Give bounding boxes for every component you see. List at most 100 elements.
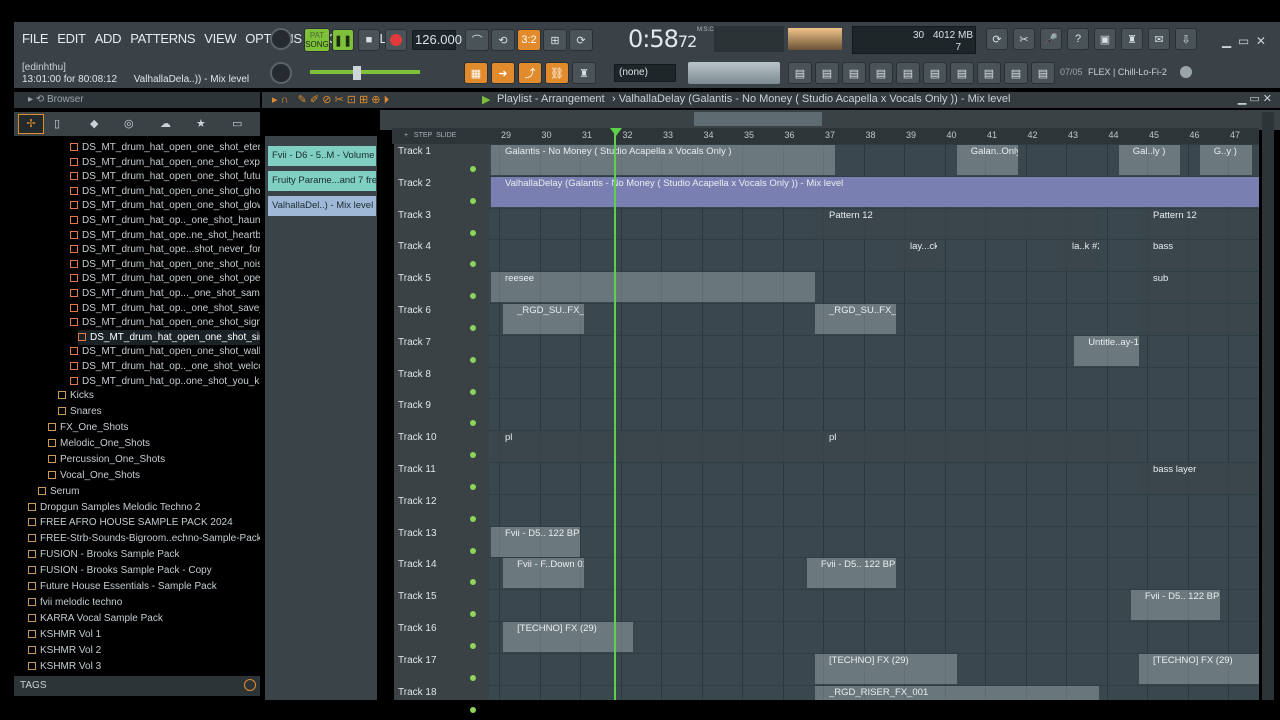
browser-folder-item[interactable]: KSHMR Vol 3	[28, 659, 101, 674]
menu-edit[interactable]: EDIT	[57, 31, 86, 46]
track-mute-dot[interactable]	[470, 166, 476, 172]
menu-view[interactable]: VIEW	[204, 31, 236, 46]
playlist-clip[interactable]: _RGD_RISER_FX_001	[815, 685, 1099, 700]
help-icon[interactable]: ?	[1067, 28, 1089, 50]
save-icon[interactable]: ▣	[1094, 28, 1116, 50]
track-header[interactable]: Track 18	[398, 687, 488, 719]
playlist-clip[interactable]: Galan..Only )	[956, 145, 1018, 175]
playlist-clip[interactable]: Pattern 12	[1139, 208, 1259, 239]
track-header[interactable]: Track 16	[398, 623, 488, 655]
timeline-ruler[interactable]: 29 30 31 32 33 34 35 36 37 38 39 40 41 42 43 44 45 46 47	[489, 128, 1259, 144]
tools-icon[interactable]: ✂	[1013, 28, 1035, 50]
browser-file-item[interactable]: DS_MT_drum_hat_op.._one_shot_welcome wav	[70, 359, 260, 374]
folder-icon[interactable]: ▭	[232, 117, 242, 130]
playlist-clip[interactable]: Galantis - No Money ( Studio Acapella x …	[491, 145, 836, 175]
menu-file[interactable]: FILE	[22, 31, 49, 46]
playlist-clip[interactable]	[1139, 304, 1259, 334]
browser-file-item[interactable]: DS_MT_drum_hat_op..._one_shot_samsara wa…	[70, 286, 260, 301]
playlist-clip[interactable]: Fvii - F..Down 01	[503, 558, 585, 589]
track-mute-dot[interactable]	[470, 452, 476, 459]
typing-keyboard-button[interactable]: ▦	[464, 62, 488, 84]
browser-file-item[interactable]: DS_MT_drum_hat_open_one_shot_explore wav	[70, 155, 260, 170]
star-icon[interactable]: ★	[196, 117, 206, 130]
download-icon[interactable]: ⇩	[1175, 28, 1197, 50]
menu-patterns[interactable]: PATTERNS	[130, 31, 195, 46]
pause-button[interactable]: ❚❚	[332, 29, 354, 51]
playlist-clip[interactable]: sub	[1139, 272, 1259, 303]
plugin-icon[interactable]: ◆	[90, 117, 98, 130]
chat-icon[interactable]: ✉	[1148, 28, 1170, 50]
menu-add[interactable]: ADD	[95, 31, 122, 46]
browser-file-item[interactable]: DS_MT_drum_hat_ope...shot_never_forget w…	[70, 242, 260, 257]
track-mute-dot[interactable]	[470, 674, 476, 681]
track-header[interactable]: Track 14	[398, 559, 488, 591]
browser-file-item[interactable]: DS_MT_drum_hat_open_one_shot_noise wav	[70, 257, 260, 272]
piano-roll-icon[interactable]: ▤	[896, 62, 920, 84]
playlist-clip[interactable]: [TECHNO] FX (29)	[1139, 653, 1259, 684]
track-header[interactable]: Track 11	[398, 464, 488, 496]
browser-file-item[interactable]: DS_MT_drum_hat_open_one_shot_walking wav	[70, 344, 260, 359]
playlist-clip[interactable]: lay...ck	[896, 240, 937, 271]
browser-folder-item[interactable]: FX_One_Shots	[48, 420, 128, 435]
track-header[interactable]: Track 4	[398, 241, 488, 273]
playlist-clip[interactable]: ValhallaDelay (Galantis - No Money ( Stu…	[491, 176, 1259, 207]
back-arrow-icon[interactable]: ▸ ⟲	[28, 94, 44, 105]
step-edit-button[interactable]: ⊞	[543, 29, 567, 51]
cut-icon[interactable]: ▤	[1004, 62, 1028, 84]
master-volume-handle[interactable]	[353, 66, 361, 80]
playlist-clip[interactable]: bass	[1139, 240, 1259, 271]
track-mute-dot[interactable]	[470, 293, 476, 300]
browser-file-item[interactable]: DS_MT_drum_hat_ope..ne_shot_heartbeat wa…	[70, 228, 260, 243]
track-mute-dot[interactable]	[470, 197, 476, 204]
multilink-button[interactable]: ⤴	[518, 62, 542, 84]
track-header[interactable]: Track 10	[398, 432, 488, 464]
countdown-button[interactable]: 3:2	[517, 29, 541, 51]
track-header[interactable]: Track 6	[398, 305, 488, 337]
track-mute-dot[interactable]	[470, 229, 476, 236]
playlist-clip[interactable]: _RGD_SU..FX_003	[503, 304, 585, 334]
track-header[interactable]: Track 2	[398, 178, 488, 210]
step-seq-icon[interactable]: ▤	[869, 62, 893, 84]
touch-icon[interactable]: ▤	[977, 62, 1001, 84]
picker-clip[interactable]: Fruity Parame...and 7 freq	[268, 171, 376, 191]
browser-file-item[interactable]: DS_MT_drum_hat_op..one_shot_you_know wav	[70, 374, 260, 389]
playlist-view-icon[interactable]: ▤	[788, 62, 812, 84]
browser-folder-item[interactable]: FREE-Strb-Sounds-Bigroom..echno-Sample-P…	[28, 531, 260, 546]
playlist-clip[interactable]: pl	[815, 431, 1139, 462]
maximize-icon[interactable]: ▭	[1238, 34, 1249, 48]
browser-file-item[interactable]: DS_MT_drum_hat_open_one_shot_eternity wa…	[70, 140, 260, 155]
all-files-icon[interactable]: ✢	[18, 114, 44, 134]
playlist-clip[interactable]: Fvii - D5.. 122 BPM	[491, 526, 581, 557]
loop-record-button[interactable]: ⟳	[569, 29, 593, 51]
playlist-clip[interactable]: [TECHNO] FX (29)	[815, 653, 957, 684]
track-header[interactable]: Track 5	[398, 273, 488, 305]
track-mute-dot[interactable]	[470, 261, 476, 268]
browser-file-item[interactable]: DS_MT_drum_hat_op.._one_shot_save_me wav	[70, 301, 260, 316]
track-mute-dot[interactable]	[470, 325, 476, 331]
browser-folder-item[interactable]: FUSION - Brooks Sample Pack	[28, 547, 179, 562]
track-mute-dot[interactable]	[470, 420, 476, 427]
channel-rack-icon[interactable]: ▤	[842, 62, 866, 84]
browser-folder-item[interactable]: KARRA Vocal Sample Pack	[28, 611, 163, 626]
track-mute-dot[interactable]	[470, 579, 476, 586]
web-icon[interactable]: ◎	[124, 117, 134, 130]
metronome-button[interactable]: ⌒	[465, 29, 489, 51]
browser-folder-item[interactable]: Future House Essentials - Sample Pack	[28, 579, 217, 594]
track-mute-dot[interactable]	[470, 547, 476, 554]
playlist-window-controls[interactable]: ▁ ▭ ✕	[1238, 92, 1272, 105]
track-header[interactable]: Track 7	[398, 337, 488, 369]
browser-folder-item[interactable]: KSHMR Vol 1	[28, 627, 101, 642]
browser-icon[interactable]: ▤	[923, 62, 947, 84]
playhead-marker-icon[interactable]	[610, 128, 622, 136]
playhead[interactable]	[614, 128, 616, 700]
browser-folder-item[interactable]: Kicks	[58, 388, 94, 403]
browser-file-item[interactable]: DS_MT_drum_hat_open_one_shot_opera wav	[70, 271, 260, 286]
wait-input-button[interactable]: ⟲	[491, 29, 515, 51]
browser-file-item[interactable]: DS_MT_drum_hat_open_one_shot_future wav	[70, 169, 260, 184]
track-mute-dot[interactable]	[470, 484, 476, 490]
track-header[interactable]: Track 8	[398, 369, 488, 401]
playlist-scrollbar[interactable]	[694, 112, 822, 126]
playlist-clip[interactable]: pl	[491, 431, 815, 462]
shop-icon[interactable]: ▤	[1031, 62, 1055, 84]
playlist-tool-icons[interactable]: ▸ ∩ ✎ ✐ ⊘ ✂ ⊡ ⊞ ⊕ ⏵	[272, 93, 389, 107]
